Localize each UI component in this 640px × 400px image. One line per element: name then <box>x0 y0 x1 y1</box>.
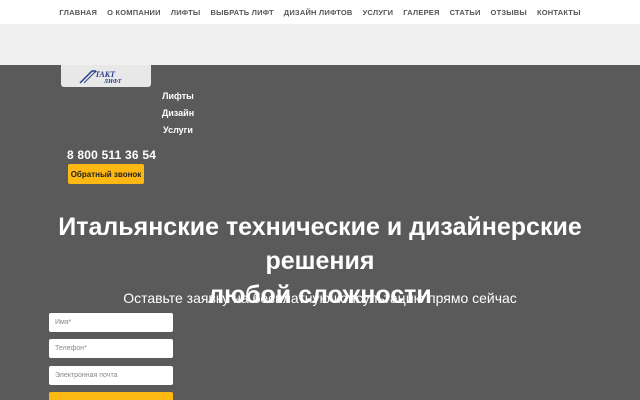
email-field[interactable] <box>49 366 173 385</box>
nav-item-articles[interactable]: СТАТЬИ <box>450 8 481 17</box>
header-band <box>0 24 640 65</box>
nav-item-lift-design[interactable]: ДИЗАЙН ЛИФТОВ <box>284 8 353 17</box>
top-navigation: ГЛАВНАЯ О КОМПАНИИ ЛИФТЫ ВЫБРАТЬ ЛИФТ ДИ… <box>0 0 640 24</box>
nav-item-lifts[interactable]: ЛИФТЫ <box>171 8 201 17</box>
nav-item-contacts[interactable]: КОНТАКТЫ <box>537 8 581 17</box>
name-field[interactable] <box>49 313 173 332</box>
logo[interactable]: ТАКТ ЛИФТ <box>61 65 151 87</box>
takt-lift-logo-icon: ТАКТ ЛИФТ <box>79 70 122 85</box>
svg-text:ТАКТ: ТАКТ <box>95 70 116 79</box>
side-menu: Лифты Дизайн Услуги <box>148 90 208 141</box>
side-menu-item-services[interactable]: Услуги <box>148 124 208 141</box>
nav-item-services[interactable]: УСЛУГИ <box>363 8 394 17</box>
nav-item-home[interactable]: ГЛАВНАЯ <box>59 8 97 17</box>
submit-button[interactable] <box>49 392 173 400</box>
nav-item-reviews[interactable]: ОТЗЫВЫ <box>491 8 527 17</box>
nav-item-gallery[interactable]: ГАЛЕРЕЯ <box>403 8 439 17</box>
side-menu-item-design[interactable]: Дизайн <box>148 107 208 124</box>
svg-text:ЛИФТ: ЛИФТ <box>103 79 122 85</box>
nav-item-about[interactable]: О КОМПАНИИ <box>107 8 161 17</box>
hero-subtitle: Оставьте заявку на бесплатную консультац… <box>123 290 517 306</box>
hero-title-line-1: Итальянские технические и дизайнерские р… <box>58 213 582 275</box>
side-menu-item-lifts[interactable]: Лифты <box>148 90 208 107</box>
callback-button[interactable]: Обратный звонок <box>68 164 144 184</box>
phone-number[interactable]: 8 800 511 36 54 <box>67 148 156 162</box>
nav-item-choose-lift[interactable]: ВЫБРАТЬ ЛИФТ <box>210 8 273 17</box>
phone-field[interactable] <box>49 339 173 358</box>
